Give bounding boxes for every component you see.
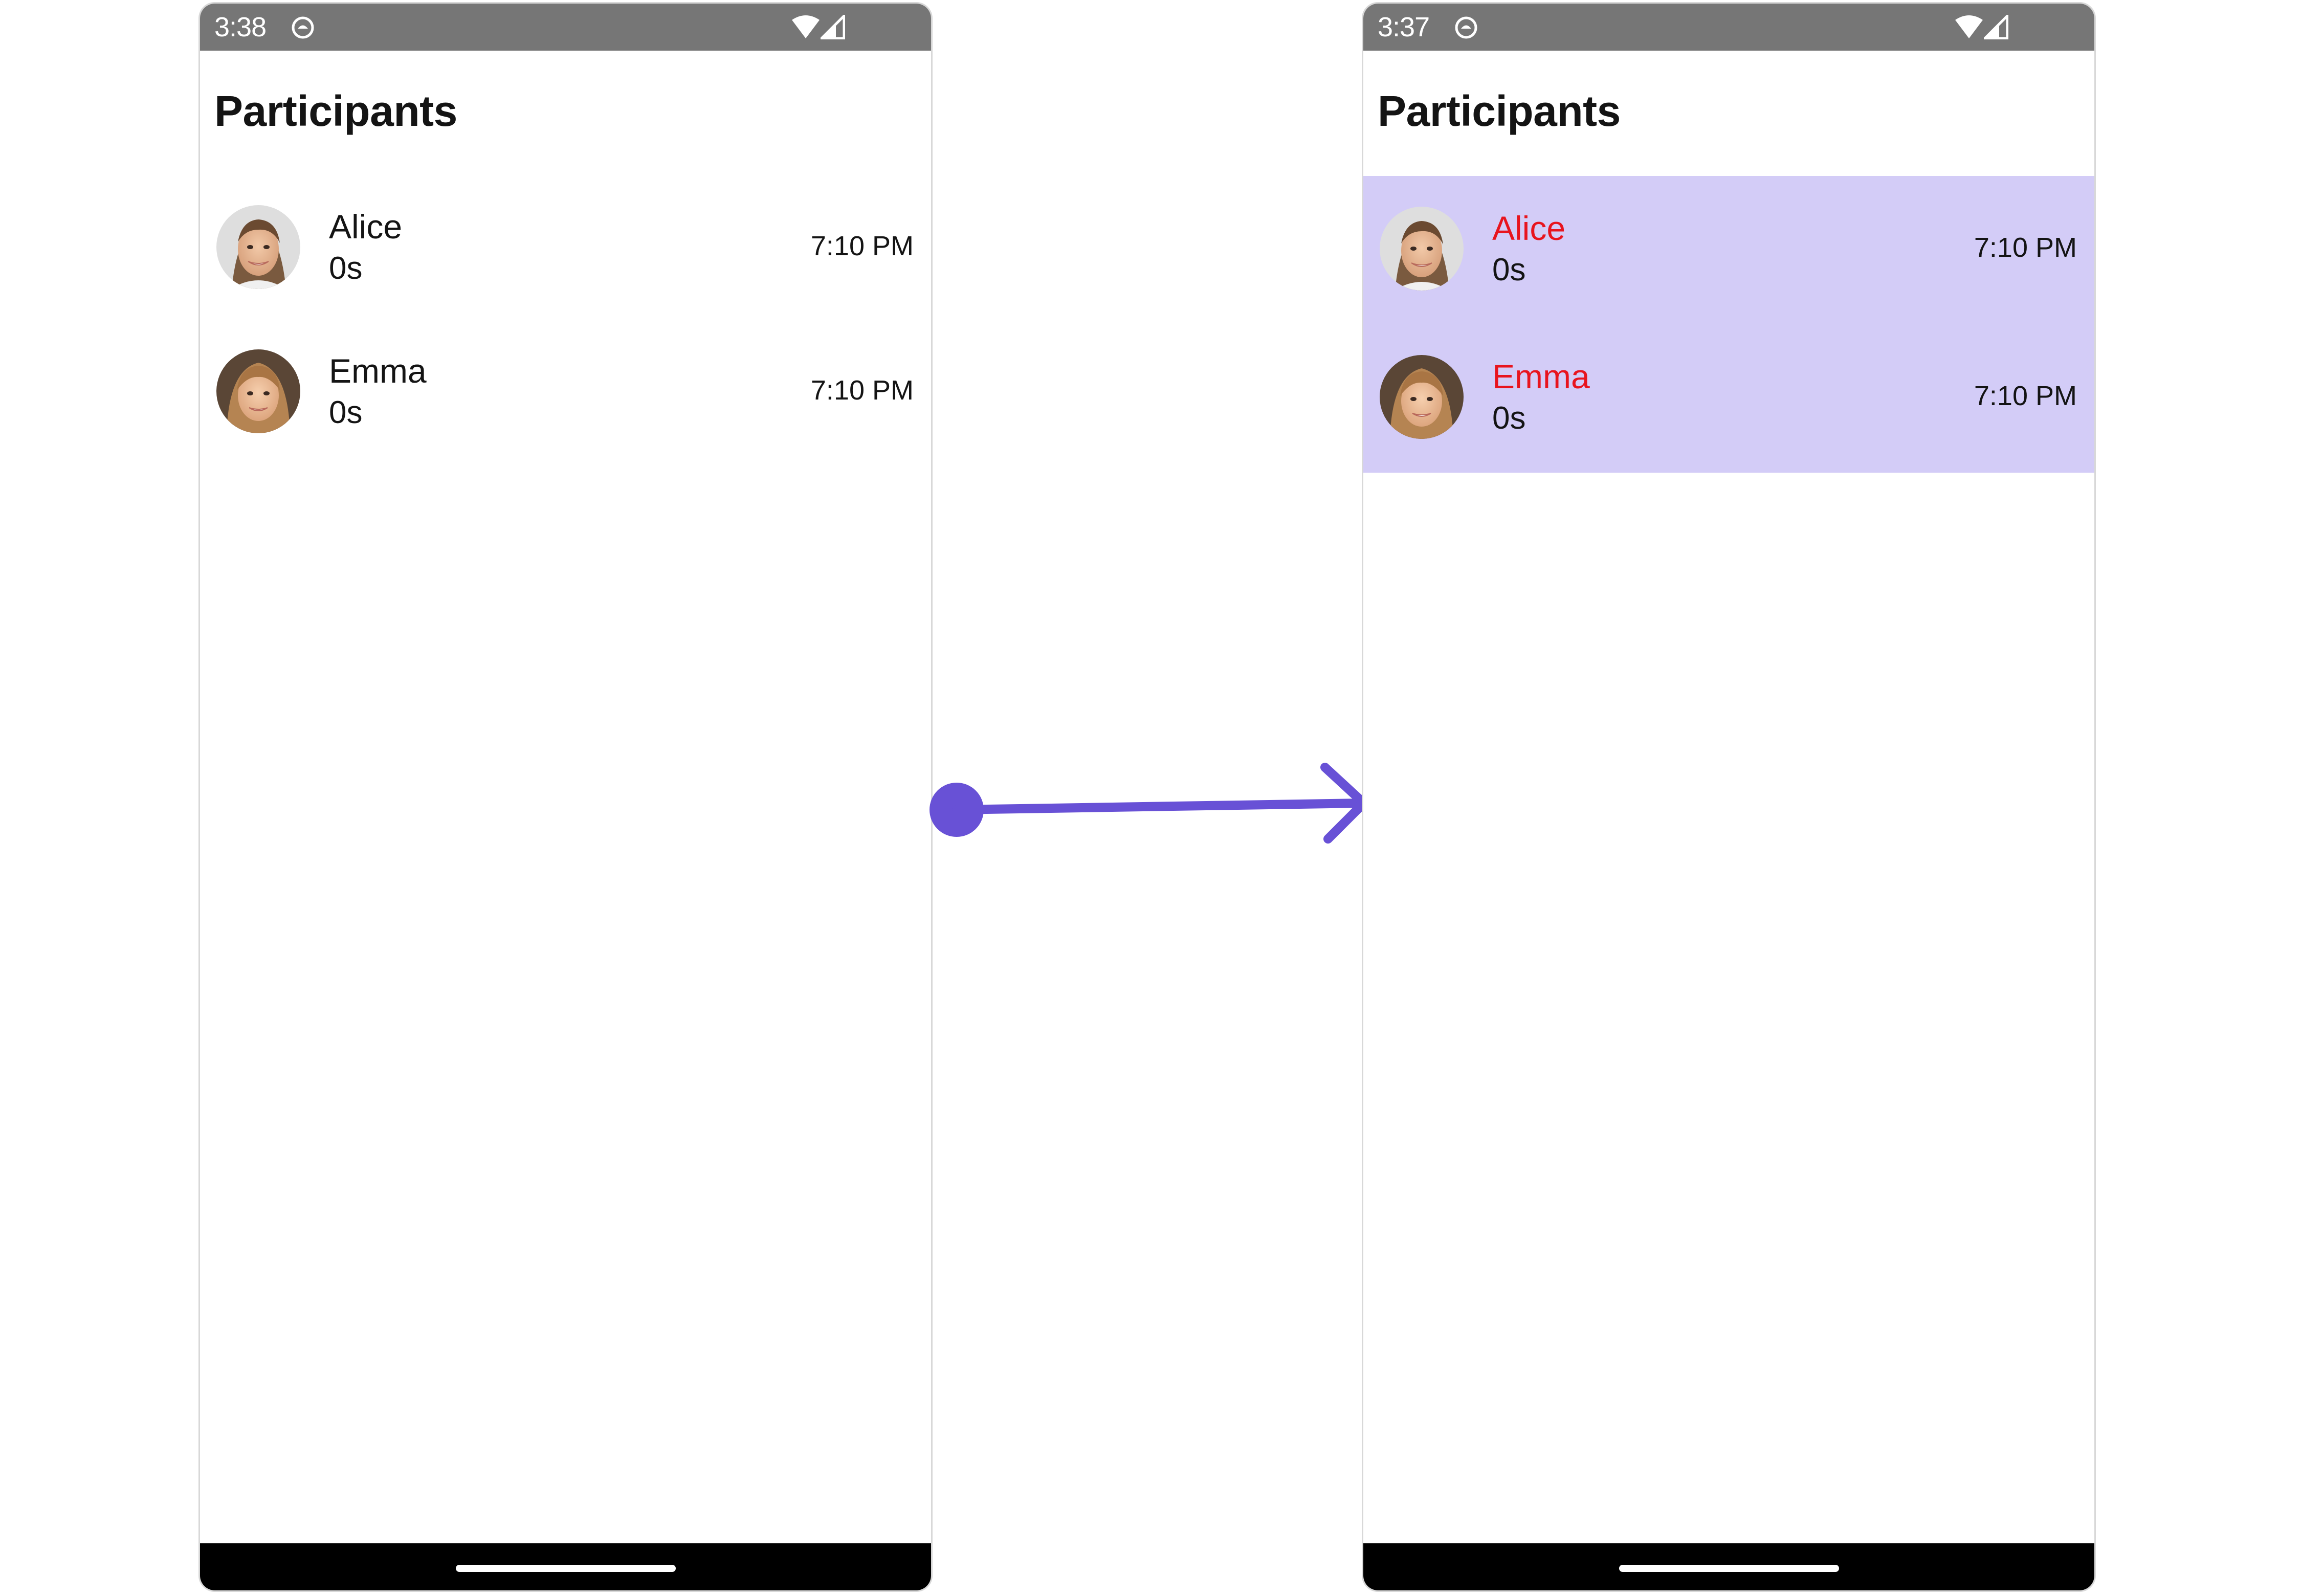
participant-row-alice[interactable]: Alice 0s 7:10 PM [200, 174, 931, 319]
participant-row-alice[interactable]: Alice 0s 7:10 PM [1363, 176, 2094, 324]
page-title: Participants [1378, 87, 1621, 135]
avatar [216, 205, 300, 289]
avatar-image [216, 349, 300, 433]
participant-list: Alice 0s 7:10 PM Emma 0s 7:10 PM [200, 174, 931, 463]
participant-duration: 0s [329, 395, 363, 430]
participant-name: Emma [329, 352, 427, 390]
navigation-bar [1363, 1543, 2094, 1590]
participant-duration: 0s [1492, 401, 1526, 436]
participant-name: Alice [329, 208, 403, 246]
cell-signal-icon [821, 15, 845, 39]
participant-time: 7:10 PM [810, 375, 914, 406]
avatar [216, 349, 300, 433]
right-arrow-icon [930, 763, 1368, 844]
participant-list-highlighted: Alice 0s 7:10 PM Emma 0s 7:10 PM [1363, 176, 2094, 473]
participant-time: 7:10 PM [1974, 232, 2077, 263]
page-title: Participants [214, 87, 457, 135]
participant-name: Emma [1492, 358, 1590, 395]
phone-screen-after: 3:37 Participants Alice 0s 7:10 PM Emma … [1362, 2, 2096, 1592]
status-time: 3:37 [1378, 12, 1430, 42]
wifi-icon [1955, 15, 1983, 38]
navigation-bar [200, 1543, 931, 1590]
participant-time: 7:10 PM [810, 231, 914, 261]
participant-duration: 0s [1492, 252, 1526, 287]
app-notification-icon [292, 16, 314, 39]
participant-duration: 0s [329, 251, 363, 286]
avatar-image [216, 205, 300, 289]
cell-signal-icon [1984, 15, 2008, 39]
wifi-icon [792, 15, 820, 38]
avatar [1380, 207, 1464, 291]
participant-row-emma[interactable]: Emma 0s 7:10 PM [1363, 324, 2094, 473]
status-bar: 3:37 [1363, 4, 2094, 51]
home-indicator[interactable] [455, 1565, 676, 1572]
participant-row-emma[interactable]: Emma 0s 7:10 PM [200, 319, 931, 463]
home-indicator[interactable] [1619, 1565, 1839, 1572]
status-time: 3:38 [214, 12, 267, 42]
avatar-image [1380, 355, 1464, 439]
avatar [1380, 355, 1464, 439]
participant-time: 7:10 PM [1974, 381, 2077, 411]
avatar-image [1380, 207, 1464, 291]
phone-screen-before: 3:38 Participants Alice 0s 7:10 PM Emma … [198, 2, 933, 1592]
status-bar: 3:38 [200, 4, 931, 51]
app-notification-icon [1455, 16, 1477, 39]
participant-name: Alice [1492, 209, 1566, 247]
